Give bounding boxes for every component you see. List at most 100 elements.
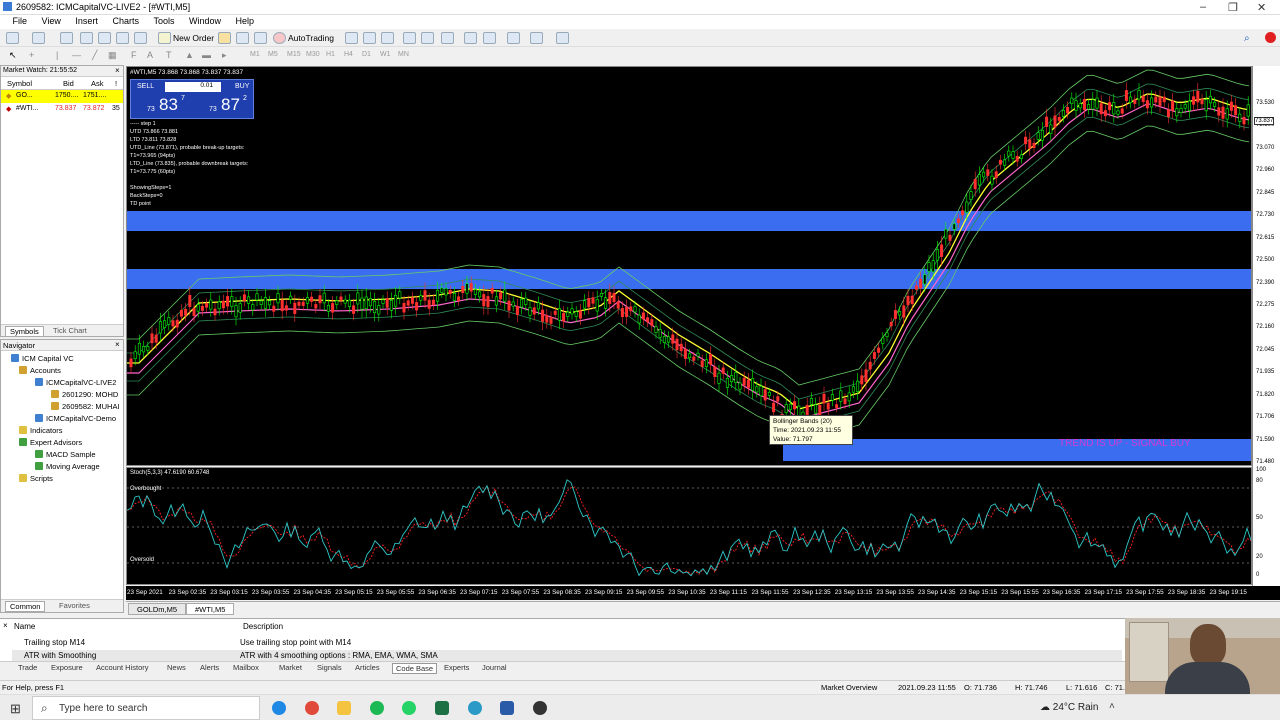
market-watch-icon[interactable] [60,32,73,44]
metaeditor-icon[interactable] [218,32,231,44]
nav-item[interactable]: Accounts [19,366,61,375]
autotrading-icon[interactable] [273,32,286,44]
metatrader-icon[interactable] [500,701,514,715]
tab-trade[interactable]: Trade [18,663,37,672]
tab-gold-chart[interactable]: GOLDm,M5 [128,603,187,615]
col-description[interactable]: Description [243,622,283,631]
navigator-close-icon[interactable]: × [115,340,120,349]
tf-d1[interactable]: D1 [362,51,371,58]
time-axis[interactable]: 23 Sep 2021 23 Sep 02:35 23 Sep 03:15 23 Se… [126,586,1280,600]
vertical-line-icon[interactable]: | [56,50,58,60]
nav-item[interactable]: Scripts [19,474,53,483]
table-row[interactable]: Trailing stop M14 Use trailing stop poin… [12,637,1122,649]
autoscroll-icon[interactable] [464,32,477,44]
tf-m5[interactable]: M5 [268,51,278,58]
autotrading-button[interactable]: AutoTrading [288,33,334,43]
tab-tick-chart[interactable]: Tick Chart [53,326,87,335]
tf-h4[interactable]: H4 [344,51,353,58]
price-axis[interactable]: 73.530 73.300 73.070 72.960 72.845 72.730 72.6… [1252,66,1280,586]
nav-item[interactable]: Indicators [19,426,63,435]
col-ask[interactable]: Ask [91,79,104,88]
tab-market[interactable]: Market [279,663,302,672]
price-chart[interactable]: #WTI,M5 73.868 73.868 73.837 73.837 SELL… [126,66,1252,466]
taskbar-search[interactable]: ⌕ Type here to search [32,696,260,720]
menu-charts[interactable]: Charts [106,15,145,26]
edge-icon[interactable] [272,701,286,715]
data-window-icon[interactable] [80,32,93,44]
status-profile[interactable]: Market Overview [821,683,877,692]
search-icon[interactable]: ⌕ [1244,33,1250,44]
notification-icon[interactable] [1265,32,1276,43]
text-icon[interactable]: A [147,50,153,60]
stochastic-panel[interactable]: Stoch(5,3,3) 47.6190 60.6748 Overbought … [126,467,1252,585]
whatsapp-icon[interactable] [402,701,416,715]
tab-mailbox[interactable]: Mailbox [233,663,259,672]
arrows-icon[interactable]: ▲ [185,50,194,60]
menu-file[interactable]: File [7,15,34,26]
bar-chart-icon[interactable] [345,32,358,44]
tester-icon[interactable] [134,32,147,44]
chrome-icon[interactable] [305,701,319,715]
file-explorer-icon[interactable] [337,701,351,715]
lot-input[interactable]: 0.01 [165,82,221,92]
shapes-icon[interactable]: ▬ [202,50,211,60]
tf-m30[interactable]: M30 [306,51,320,58]
telegram-icon[interactable] [468,701,482,715]
excel-icon[interactable] [435,701,449,715]
candlestick-icon[interactable] [363,32,376,44]
options-icon[interactable] [254,32,267,44]
tab-account-history[interactable]: Account History [96,663,149,672]
line-chart-icon[interactable] [381,32,394,44]
buy-button[interactable]: BUY [235,83,249,90]
new-order-button[interactable]: New Order [173,33,214,43]
sell-price-big[interactable]: 83 [159,95,178,115]
tf-mn[interactable]: MN [398,51,409,58]
nav-item[interactable]: ICM Capital VC [11,354,74,363]
trendline-icon[interactable]: ╱ [92,50,97,61]
nav-item[interactable]: 2609582: MUHAI [51,402,120,411]
fibo-icon[interactable]: F [131,50,137,60]
tf-w1[interactable]: W1 [380,51,391,58]
minimize-icon[interactable]: – [1200,1,1206,13]
nav-item[interactable]: ICMCapitalVC-Demo [35,414,116,423]
chart-shift-icon[interactable] [483,32,496,44]
profiles-icon[interactable] [32,32,45,44]
navigator-icon[interactable] [98,32,111,44]
buy-price-big[interactable]: 87 [221,95,240,115]
nav-item[interactable]: Expert Advisors [19,438,82,447]
market-watch-close-icon[interactable]: × [115,66,120,75]
tab-symbols[interactable]: Symbols [5,326,44,337]
menu-help[interactable]: Help [230,15,261,26]
crosshair-icon[interactable]: + [29,50,34,60]
cursor-icon[interactable]: ↖ [9,50,17,61]
new-chart-icon[interactable] [6,32,19,44]
maximize-icon[interactable]: ❐ [1228,1,1238,14]
zoom-out-icon[interactable] [421,32,434,44]
signals-icon[interactable] [236,32,249,44]
channel-icon[interactable]: ▦ [108,50,117,61]
menu-window[interactable]: Window [183,15,227,26]
menu-tools[interactable]: Tools [147,15,180,26]
more-tools-icon[interactable]: ▸ [222,50,227,61]
sell-button[interactable]: SELL [137,83,154,90]
tab-news[interactable]: News [167,663,186,672]
col-symbol[interactable]: Symbol [7,79,32,88]
tab-journal[interactable]: Journal [482,663,507,672]
close-icon[interactable]: ✕ [1257,1,1266,14]
tile-windows-icon[interactable] [441,32,454,44]
tf-h1[interactable]: H1 [326,51,335,58]
weather-info[interactable]: ☁ 24°C Rain [1040,702,1098,713]
menu-view[interactable]: View [36,15,67,26]
tab-experts[interactable]: Experts [444,663,469,672]
menu-insert[interactable]: Insert [69,15,104,26]
tab-wti-chart[interactable]: #WTI,M5 [186,603,235,615]
tray-chevron-icon[interactable]: ˄ [1109,701,1115,712]
spotify-icon[interactable] [370,701,384,715]
tab-exposure[interactable]: Exposure [51,663,83,672]
market-watch-row[interactable]: ◆ GO... 1750.... 1751.... [1,90,123,103]
tf-m15[interactable]: M15 [287,51,301,58]
col-bid[interactable]: Bid [63,79,74,88]
terminal-close-icon[interactable]: × [3,621,8,630]
label-icon[interactable]: T [166,50,172,60]
tab-favorites[interactable]: Favorites [59,601,90,610]
